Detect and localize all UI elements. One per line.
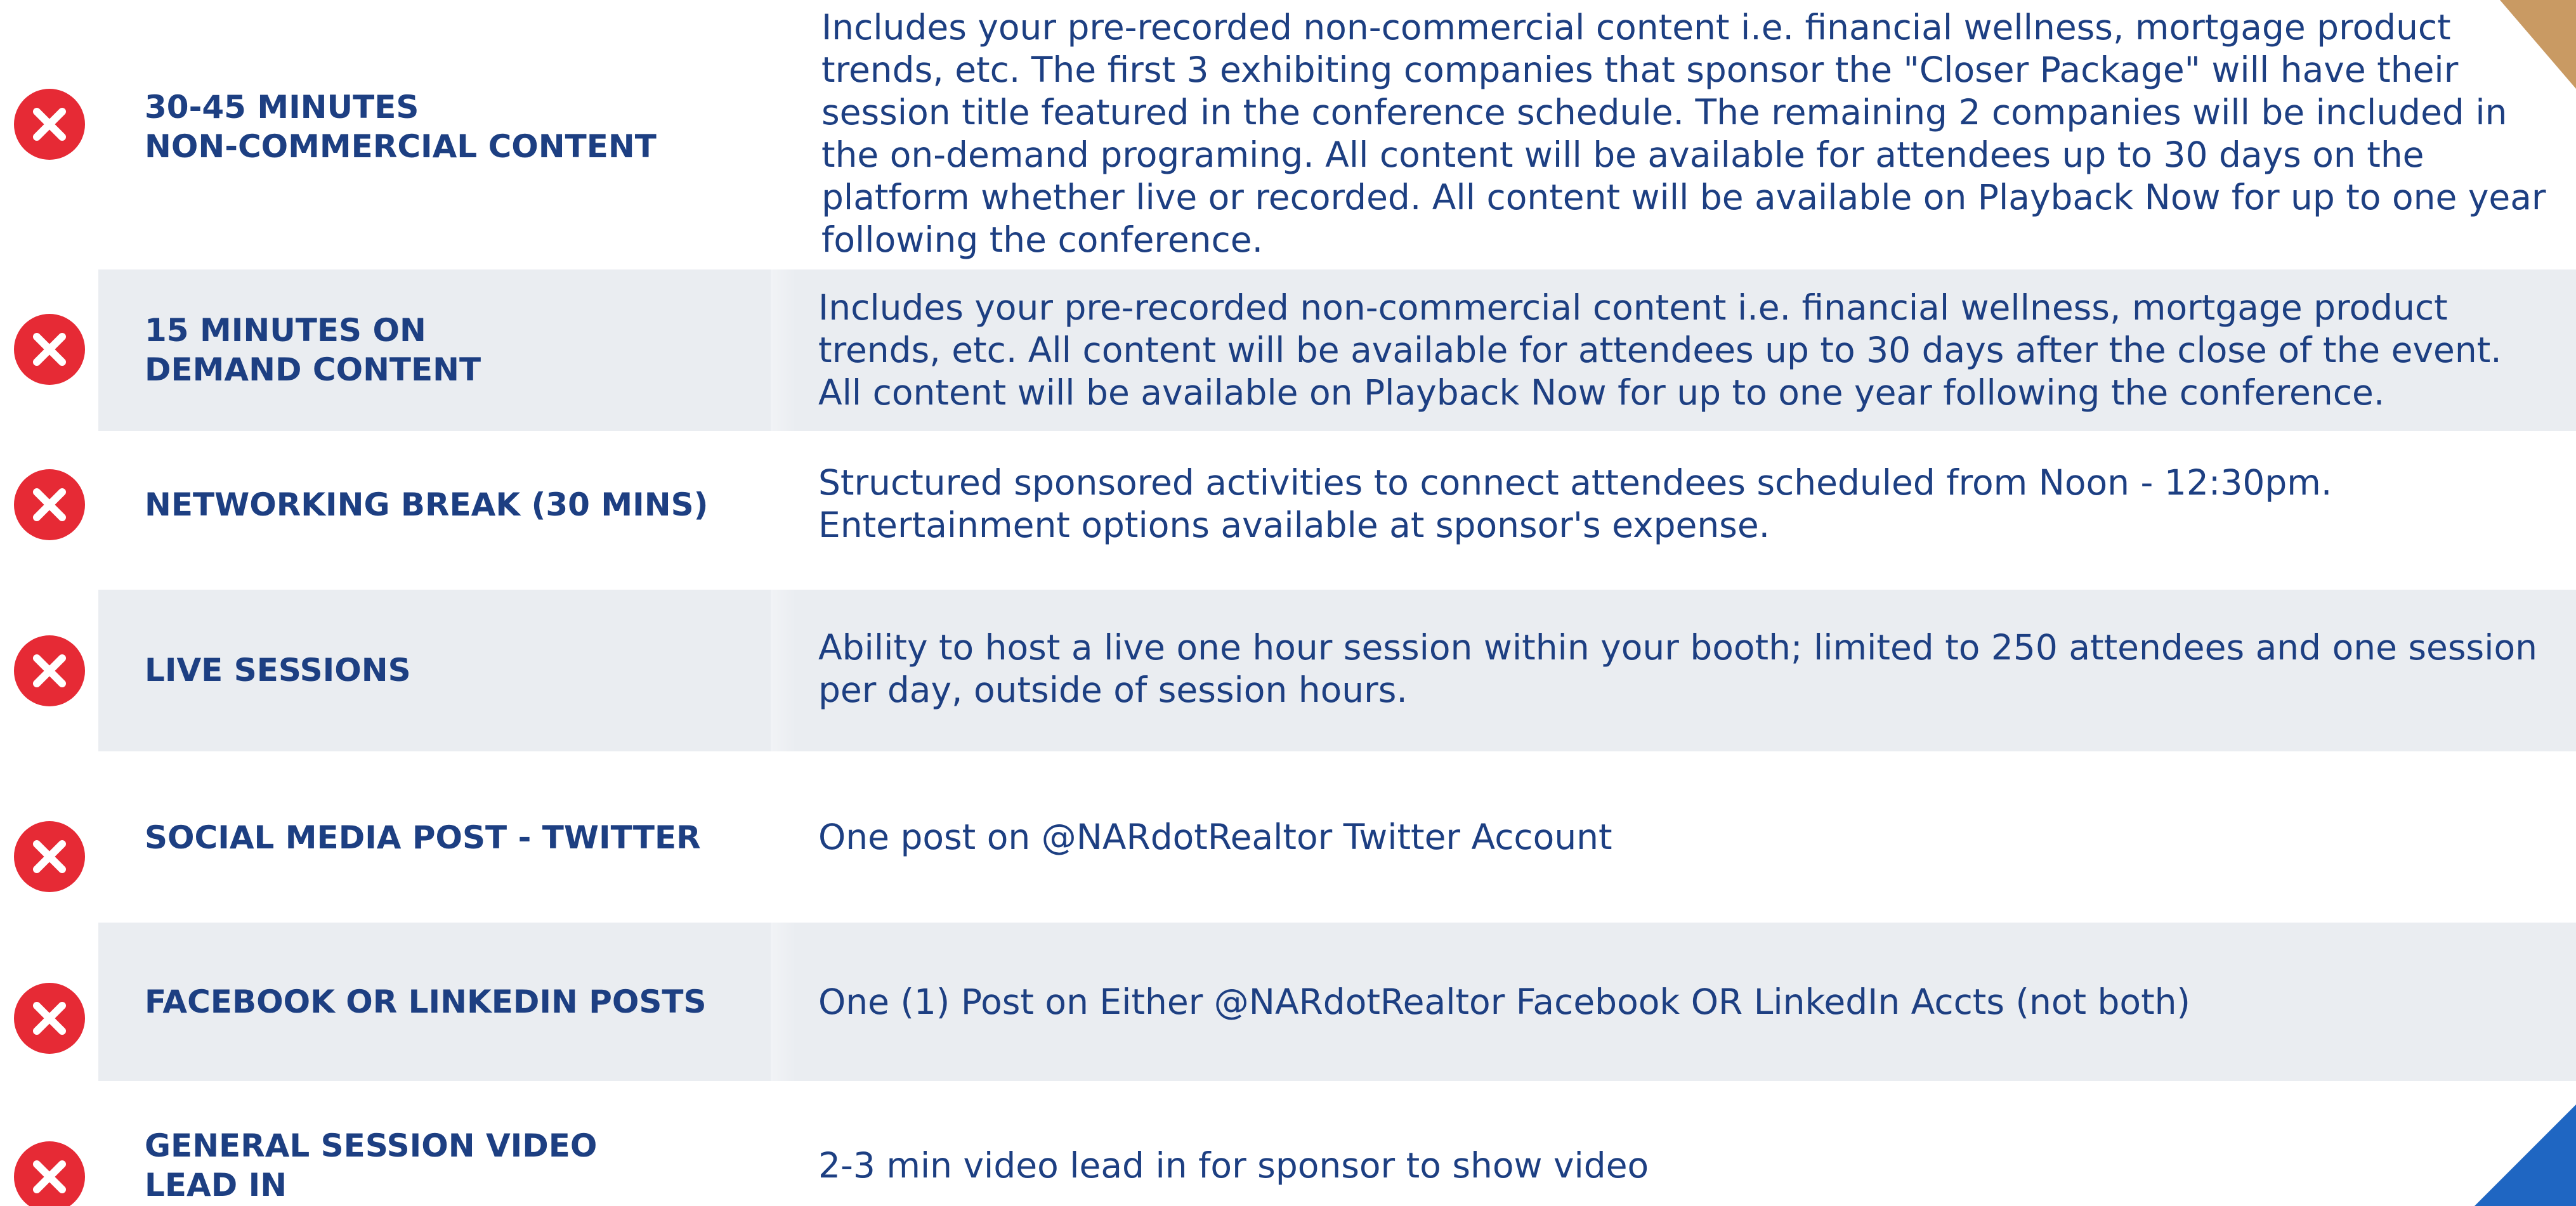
benefit-description: One post on @NARdotRealtor Twitter Accou… [818, 816, 1612, 857]
close-x-circle-icon [14, 1141, 85, 1206]
close-x-circle-icon [14, 635, 85, 706]
close-x-circle-icon [14, 469, 85, 540]
benefit-label: SOCIAL MEDIA POST - TWITTER [145, 819, 701, 856]
benefit-label: GENERAL SESSION VIDEO LEAD IN [145, 1127, 598, 1203]
benefit-row-on-demand-content: 15 MINUTES ON DEMAND CONTENT Includes yo… [0, 269, 2576, 431]
benefit-label: 15 MINUTES ON DEMAND CONTENT [145, 312, 481, 388]
benefit-description: Includes your pre-recorded non-commercia… [818, 287, 2502, 413]
benefit-description: One (1) Post on Either @NARdotRealtor Fa… [818, 981, 2190, 1022]
benefit-description: Structured sponsored activities to conne… [818, 462, 2332, 545]
benefit-row-general-session-video: GENERAL SESSION VIDEO LEAD IN 2-3 min vi… [0, 1081, 2576, 1206]
benefit-label: 30-45 MINUTES NON-COMMERCIAL CONTENT [145, 89, 657, 165]
close-x-circle-icon [14, 314, 85, 385]
benefit-row-live-sessions: LIVE SESSIONS Ability to host a live one… [0, 590, 2576, 751]
benefit-row-non-commercial-content: 30-45 MINUTES NON-COMMERCIAL CONTENT Inc… [0, 0, 2576, 266]
sponsorship-benefits-page: 30-45 MINUTES NON-COMMERCIAL CONTENT Inc… [0, 0, 2576, 1206]
close-x-circle-icon [14, 983, 85, 1054]
benefit-row-networking-break: NETWORKING BREAK (30 MINS) Structured sp… [0, 431, 2576, 590]
benefit-label: FACEBOOK OR LINKEDIN POSTS [145, 983, 707, 1020]
benefit-label: NETWORKING BREAK (30 MINS) [145, 486, 709, 523]
benefit-description: Includes your pre-recorded non-commercia… [821, 7, 2546, 260]
benefit-row-facebook-linkedin-posts: FACEBOOK OR LINKEDIN POSTS One (1) Post … [0, 923, 2576, 1081]
benefit-description: Ability to host a live one hour session … [818, 627, 2537, 710]
benefit-label: LIVE SESSIONS [145, 652, 411, 689]
benefit-row-twitter-post: SOCIAL MEDIA POST - TWITTER One post on … [0, 751, 2576, 923]
close-x-circle-icon [14, 89, 85, 160]
close-x-circle-icon [14, 821, 85, 892]
benefit-description: 2-3 min video lead in for sponsor to sho… [818, 1144, 1649, 1186]
